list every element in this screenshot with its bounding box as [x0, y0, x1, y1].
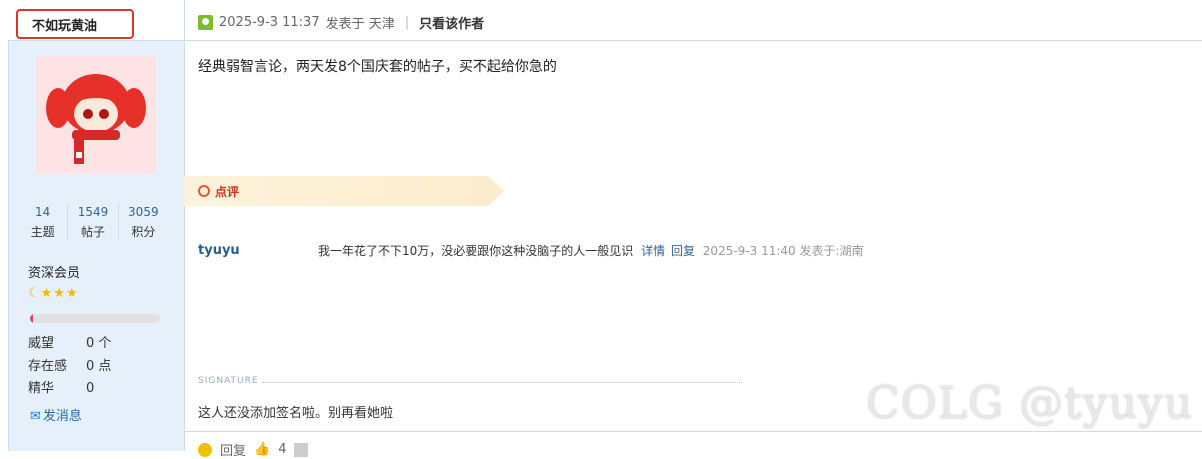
comment-section-header: 点评 — [184, 176, 504, 206]
only-author-link[interactable]: 只看该作者 — [419, 13, 484, 32]
reply-button[interactable]: 回复 — [220, 440, 246, 459]
rank-title: 资深会员 — [28, 266, 81, 281]
separator: | — [404, 15, 410, 30]
reply-icon[interactable] — [198, 442, 212, 457]
watermark: COLG @tyuyu — [866, 378, 1194, 429]
signature-text: 这人还没添加签名啦。别再看她啦 — [198, 406, 394, 421]
circle-icon — [198, 185, 210, 197]
field-value: 0 个 — [86, 336, 112, 351]
user-stats: 14 主题 1549 帖子 3059 积分 — [18, 204, 168, 240]
signature-label: SIGNATURE — [198, 376, 259, 386]
profile-field-presence: 存在感 0 点 — [28, 355, 111, 374]
stat-credits[interactable]: 3059 积分 — [119, 204, 168, 240]
comment-detail-link[interactable]: 详情 — [641, 244, 665, 258]
rank-progress — [30, 314, 160, 323]
star-icon: ★ — [65, 286, 78, 301]
stat-label: 帖子 — [80, 225, 105, 239]
comment-row: 我一年花了不下10万，没必要跟你这种没脑子的人一般见识 详情 回复 2025-9… — [318, 242, 864, 259]
post-body: 经典弱智言论，两天发8个国庆套的帖子，买不起给你急的 — [198, 59, 557, 75]
envelope-icon: ✉ — [30, 409, 41, 424]
like-count: 4 — [278, 442, 287, 457]
post-meta: 2025-9-3 11:37 发表于 天津 | 只看该作者 — [198, 13, 484, 32]
field-value: 0 — [86, 381, 95, 396]
stat-value[interactable]: 14 — [18, 204, 67, 224]
stat-label: 积分 — [131, 225, 156, 239]
divider — [184, 431, 1202, 432]
stat-posts[interactable]: 1549 帖子 — [68, 204, 119, 240]
field-key: 精华 — [28, 381, 55, 396]
thumbs-down-icon[interactable] — [294, 442, 309, 457]
moon-icon: ☾ — [28, 286, 40, 301]
author-bar: 不如玩黄油 — [8, 0, 184, 41]
avatar[interactable] — [36, 56, 156, 174]
star-icon: ★ — [53, 286, 65, 301]
stat-threads[interactable]: 14 主题 — [18, 204, 69, 240]
field-key: 威望 — [28, 336, 55, 351]
profile-field-digest: 精华 0 — [28, 377, 94, 396]
stat-label: 主题 — [30, 225, 55, 239]
star-icon: ★ — [40, 286, 53, 301]
stat-value[interactable]: 3059 — [119, 204, 168, 224]
online-status-icon — [198, 15, 213, 30]
send-message-label: 发消息 — [42, 409, 82, 424]
signature-divider — [262, 382, 742, 383]
rank-stars: ☾ ★ ★ ★ — [28, 287, 78, 301]
stat-value[interactable]: 1549 — [68, 204, 117, 224]
field-value: 0 点 — [86, 359, 112, 374]
comment-user[interactable]: tyuyu — [198, 243, 240, 258]
author-name[interactable]: 不如玩黄油 — [16, 9, 134, 39]
divider — [184, 40, 1202, 41]
thumbs-up-icon[interactable]: 👍 — [254, 442, 270, 457]
send-message-link[interactable]: ✉ 发消息 — [30, 405, 82, 424]
post-location: 发表于 天津 — [325, 17, 395, 32]
comment-date: 2025-9-3 11:40 发表于:湖南 — [702, 244, 864, 258]
profile-field-prestige: 威望 0 个 — [28, 332, 111, 351]
rank-progress-fill — [30, 314, 33, 323]
comment-text: 我一年花了不下10万，没必要跟你这种没脑子的人一般见识 — [318, 244, 634, 258]
post-datetime: 2025-9-3 11:37 — [219, 15, 320, 30]
comment-section-label: 点评 — [215, 185, 240, 199]
comment-reply-link[interactable]: 回复 — [671, 244, 695, 258]
post-actions: 回复 👍 4 — [198, 440, 309, 459]
field-key: 存在感 — [28, 359, 68, 374]
